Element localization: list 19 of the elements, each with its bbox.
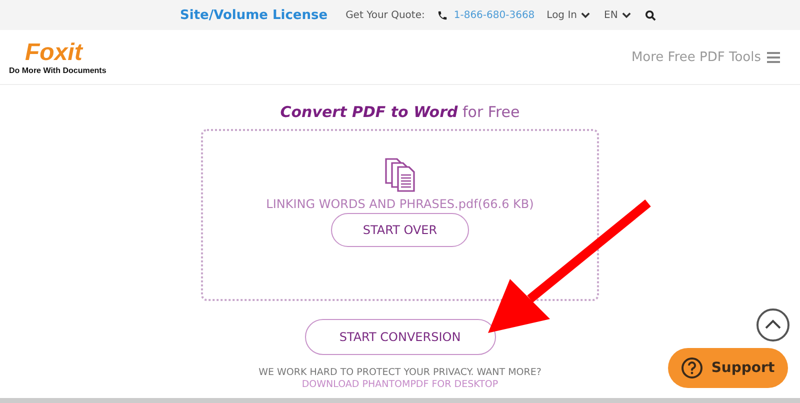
file-name: LINKING WORDS AND PHRASES.pdf(66.6 KB)	[266, 197, 534, 211]
phone-icon	[436, 10, 448, 20]
start-conversion-button[interactable]: START CONVERSION	[304, 319, 496, 355]
quote-label: Get Your Quote:	[346, 10, 425, 20]
page-title: Convert PDF to Word for Free	[280, 103, 520, 121]
menu-icon	[767, 52, 780, 62]
help-icon	[681, 357, 704, 379]
search-icon[interactable]	[644, 10, 656, 20]
start-over-button[interactable]: START OVER	[331, 213, 469, 247]
scroll-up-icon[interactable]	[756, 308, 790, 342]
documents-icon	[382, 157, 418, 193]
chevron-down-icon	[622, 12, 631, 18]
chevron-down-icon	[581, 12, 590, 18]
language-menu[interactable]: EN	[604, 10, 631, 20]
privacy-note: WE WORK HARD TO PROTECT YOUR PRIVACY. WANT MORE?	[258, 367, 542, 378]
logo-tagline: Do More With Documents	[9, 66, 106, 74]
license-link[interactable]: Site/Volume License	[180, 8, 328, 22]
login-menu[interactable]: Log In	[546, 10, 590, 20]
support-button[interactable]: Support	[668, 348, 788, 388]
